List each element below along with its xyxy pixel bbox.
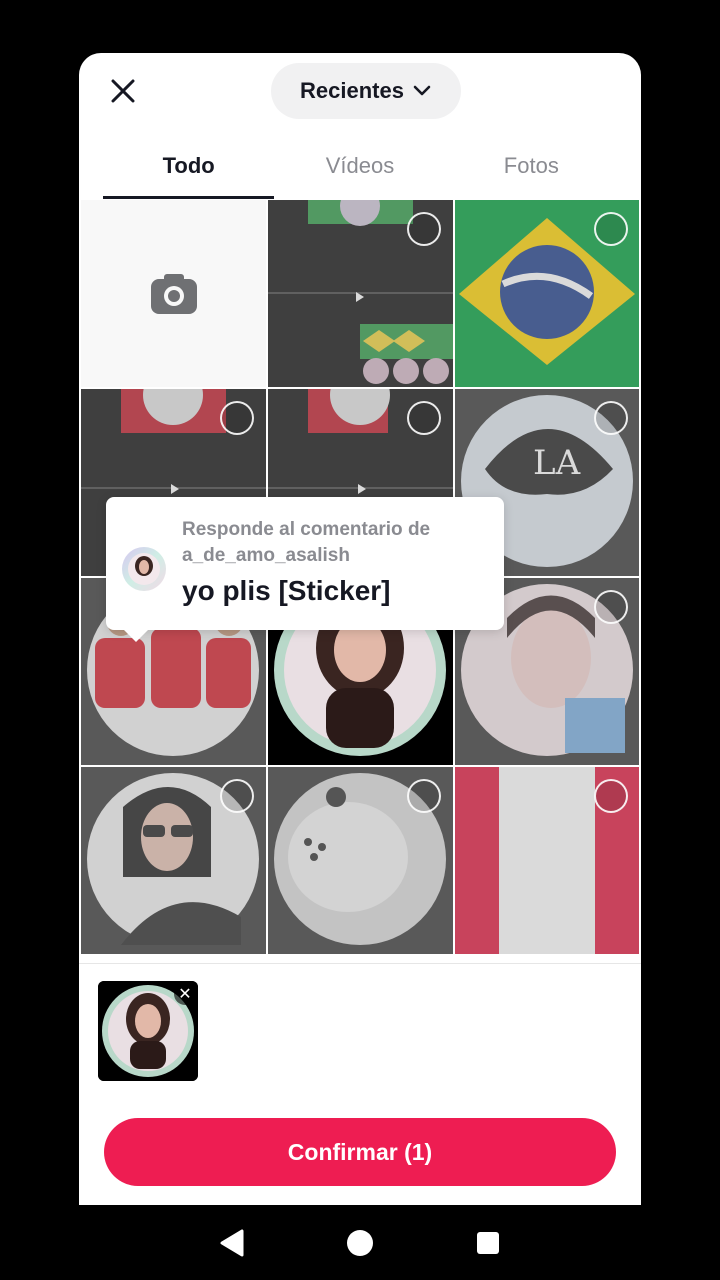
select-circle[interactable] xyxy=(594,590,628,624)
select-circle[interactable] xyxy=(220,779,254,813)
select-circle[interactable] xyxy=(594,212,628,246)
close-icon: ✕ xyxy=(178,986,192,1003)
select-circle[interactable] xyxy=(407,401,441,435)
album-label: Recientes xyxy=(300,78,404,103)
confirm-button[interactable]: Confirmar (1) xyxy=(104,1118,616,1186)
select-circle[interactable] xyxy=(407,779,441,813)
home-circle-icon[interactable] xyxy=(346,1229,374,1257)
media-thumbnail[interactable] xyxy=(455,767,639,954)
comment-text: yo plis [Sticker] xyxy=(182,575,391,606)
svg-text:LA: LA xyxy=(533,443,581,483)
system-navigation-bar xyxy=(0,1205,720,1280)
reply-label: Responde al comentario de a_de_amo_asali… xyxy=(182,519,431,566)
media-thumbnail[interactable] xyxy=(455,200,639,387)
album-selector[interactable]: Recientes xyxy=(271,63,461,119)
remove-selection-button[interactable]: ✕ xyxy=(174,983,196,1005)
avatar-image xyxy=(128,553,160,585)
camera-icon xyxy=(150,273,197,314)
reply-comment-tooltip: Responde al comentario de a_de_amo_asali… xyxy=(106,497,504,642)
tab-videos[interactable]: Vídeos xyxy=(274,133,445,199)
avatar xyxy=(122,547,166,591)
tab-fotos[interactable]: Fotos xyxy=(446,133,617,199)
media-type-tabs: Todo Vídeos Fotos xyxy=(103,133,617,199)
media-thumbnail[interactable] xyxy=(268,767,453,954)
select-circle[interactable] xyxy=(594,401,628,435)
tab-todo[interactable]: Todo xyxy=(103,133,275,199)
selected-media-tray: ✕ xyxy=(79,963,641,1094)
chevron-down-icon xyxy=(413,85,431,96)
media-thumbnail[interactable] xyxy=(81,767,266,954)
selected-thumbnail[interactable]: ✕ xyxy=(98,981,198,1081)
select-circle[interactable] xyxy=(407,212,441,246)
close-button[interactable] xyxy=(103,75,143,107)
select-circle[interactable] xyxy=(220,401,254,435)
media-picker-sheet: Recientes Todo Vídeos Fotos LA Responde … xyxy=(79,53,641,1205)
back-triangle-icon[interactable] xyxy=(218,1229,246,1257)
media-thumbnail[interactable] xyxy=(268,200,453,387)
close-icon xyxy=(111,79,135,103)
camera-tile[interactable] xyxy=(81,200,266,387)
select-circle[interactable] xyxy=(594,779,628,813)
recents-square-icon[interactable] xyxy=(476,1231,500,1255)
